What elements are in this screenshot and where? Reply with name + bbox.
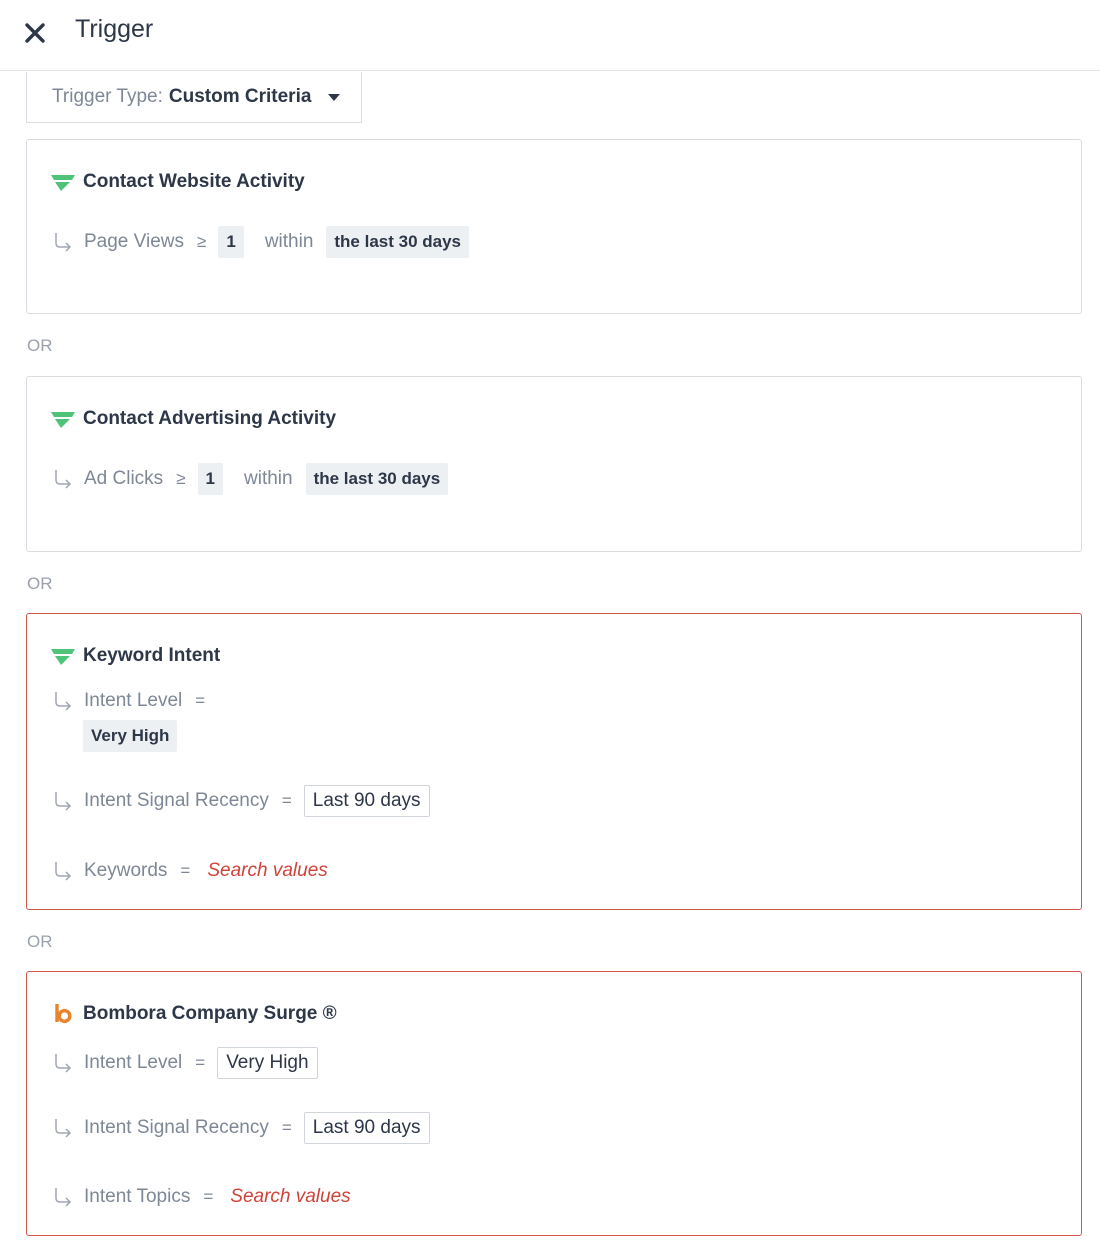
criteria-card-bombora-surge: Bombora Company Surge ® Intent Level = V… — [26, 971, 1082, 1236]
caret-down-icon — [328, 93, 341, 101]
brand-logo-icon — [51, 175, 75, 191]
criteria-value[interactable]: 1 — [197, 463, 223, 495]
criteria-label: Page Views — [84, 231, 184, 252]
or-separator: OR — [27, 932, 53, 951]
intent-level-value[interactable]: Very High — [217, 1047, 318, 1079]
within-label: within — [244, 468, 293, 489]
criteria-card-keyword-intent: Keyword Intent Intent Level = Very High … — [26, 613, 1082, 910]
branch-arrow-icon — [55, 233, 72, 252]
recency-value[interactable]: Last 90 days — [303, 785, 430, 817]
criteria-label: Intent Level — [84, 690, 183, 711]
criteria-row: Keywords = Search values — [53, 860, 328, 882]
branch-arrow-icon — [55, 1119, 72, 1138]
card-title: Contact Website Activity — [83, 171, 305, 192]
period-chip[interactable]: the last 30 days — [326, 226, 470, 258]
card-title: Bombora Company Surge ® — [83, 1003, 337, 1024]
within-label: within — [264, 231, 314, 252]
criteria-operator: = — [195, 691, 206, 710]
criteria-row: Intent Signal Recency = Last 90 days — [53, 1112, 430, 1144]
trigger-type-label: Trigger Type: — [52, 86, 163, 107]
brand-logo-icon — [51, 412, 75, 428]
card-title: Contact Advertising Activity — [83, 408, 337, 429]
or-separator: OR — [27, 336, 53, 355]
criteria-value-row: Very High — [83, 720, 178, 752]
period-chip[interactable]: the last 30 days — [305, 463, 449, 495]
criteria-row: Intent Level = Very High — [53, 1047, 318, 1079]
criteria-label: Ad Clicks — [84, 468, 164, 489]
criteria-operator: = — [195, 1053, 206, 1072]
branch-arrow-icon — [55, 470, 72, 489]
recency-value[interactable]: Last 90 days — [303, 1112, 430, 1144]
criteria-label: Intent Topics — [84, 1186, 191, 1207]
criteria-label: Keywords — [84, 860, 168, 881]
bombora-logo-icon — [55, 1004, 72, 1024]
criteria-row: Intent Signal Recency = Last 90 days — [53, 785, 430, 817]
criteria-value[interactable]: 1 — [218, 226, 244, 258]
page-title: Trigger — [75, 15, 154, 43]
criteria-row: Ad Clicks ≥ 1 within the last 30 days — [53, 463, 449, 495]
branch-arrow-icon — [55, 792, 72, 811]
branch-arrow-icon — [55, 1054, 72, 1073]
keywords-search-input[interactable]: Search values — [207, 860, 327, 882]
brand-logo-icon — [51, 649, 75, 665]
criteria-card-website-activity: Contact Website Activity Page Views ≥ 1 … — [26, 139, 1082, 314]
criteria-operator: = — [203, 1187, 214, 1206]
header: Trigger — [0, 0, 1100, 71]
close-icon[interactable] — [22, 20, 48, 46]
or-separator: OR — [27, 574, 53, 593]
criteria-operator: ≥ — [197, 232, 207, 251]
card-title: Keyword Intent — [83, 645, 221, 666]
trigger-type-dropdown[interactable]: Trigger Type: Custom Criteria — [26, 72, 362, 123]
criteria-operator: ≥ — [176, 469, 186, 488]
criteria-operator: = — [281, 791, 292, 810]
criteria-row: Intent Level = — [53, 690, 217, 712]
criteria-label: Intent Signal Recency — [84, 1117, 269, 1138]
branch-arrow-icon — [55, 692, 72, 711]
trigger-type-value: Custom Criteria — [168, 86, 312, 107]
criteria-operator: = — [281, 1118, 292, 1137]
criteria-label: Intent Level — [84, 1052, 183, 1073]
criteria-label: Intent Signal Recency — [84, 790, 269, 811]
topics-search-input[interactable]: Search values — [230, 1186, 350, 1208]
criteria-row: Page Views ≥ 1 within the last 30 days — [53, 226, 470, 258]
branch-arrow-icon — [55, 862, 72, 881]
intent-level-chip[interactable]: Very High — [83, 720, 178, 752]
criteria-row: Intent Topics = Search values — [53, 1186, 351, 1208]
criteria-operator: = — [180, 861, 191, 880]
branch-arrow-icon — [55, 1188, 72, 1207]
criteria-card-advertising-activity: Contact Advertising Activity Ad Clicks ≥… — [26, 376, 1082, 552]
